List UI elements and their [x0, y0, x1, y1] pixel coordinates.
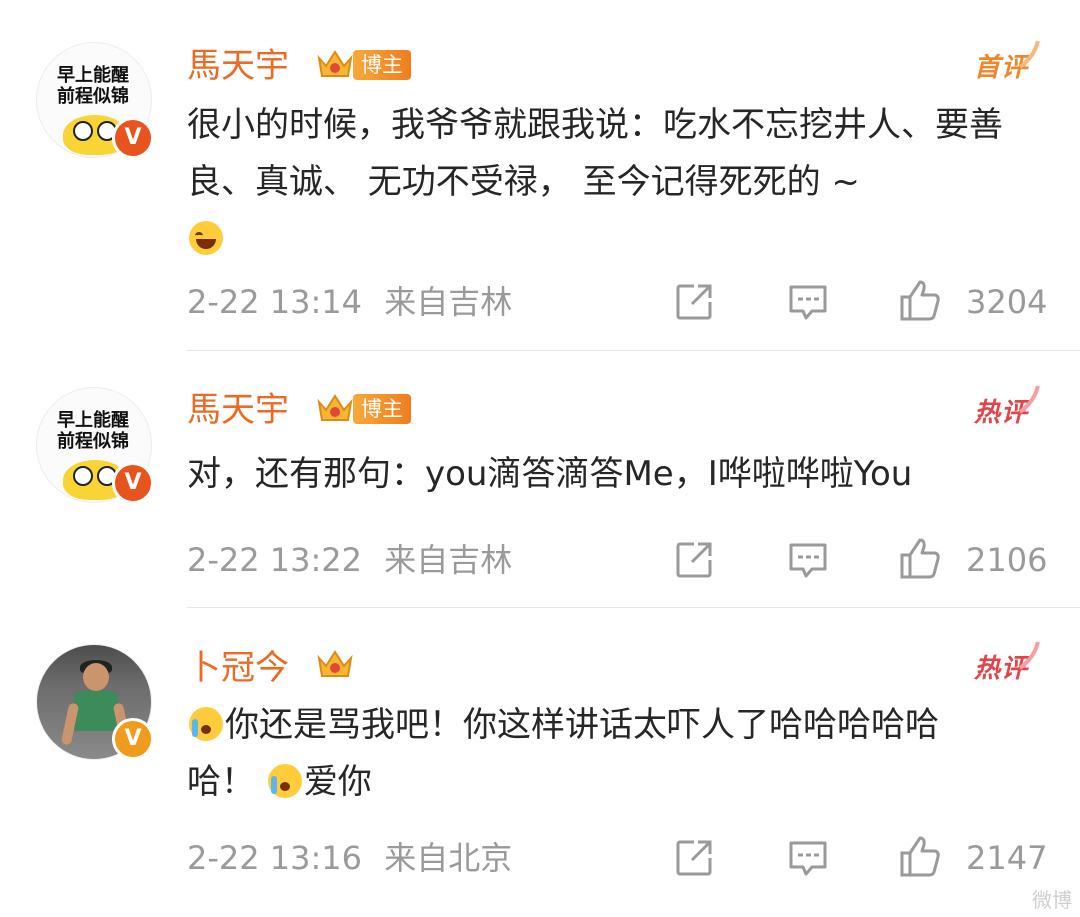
comment-text: 你还是骂我吧！你这样讲话太吓人了哈哈哈哈哈 哈！ 爱你 — [187, 705, 939, 802]
timestamp: 2-22 13:22 — [187, 541, 363, 579]
crying-emoji-icon — [189, 707, 223, 741]
crown-icon — [317, 650, 353, 677]
blogger-tag: 博主 — [353, 50, 411, 80]
swoosh-icon — [1018, 385, 1040, 414]
timestamp: 2-22 13:16 — [187, 839, 363, 877]
comment-meta: 2-22 13:22 来自吉林 — [187, 540, 512, 580]
divider — [187, 350, 1080, 351]
location: 来自吉林 — [384, 283, 513, 321]
thumbs-up-icon[interactable] — [898, 278, 942, 322]
verified-badge-icon: V — [112, 718, 154, 760]
first-review-label: 首评 — [974, 40, 1040, 84]
like-count: 3204 — [966, 283, 1048, 321]
thumbs-up-icon[interactable] — [898, 834, 942, 878]
comment-text: 对，还有那句：you滴答滴答Me，I哗啦哗啦You — [187, 454, 913, 494]
hot-review-label: 热评 — [974, 641, 1040, 685]
watermark: 微博 — [1032, 888, 1072, 912]
crying-emoji-icon — [267, 764, 302, 798]
thumbs-up-icon[interactable] — [898, 536, 942, 580]
share-icon[interactable] — [672, 280, 716, 324]
blogger-tag: 博主 — [353, 394, 411, 424]
avatar-brand-text: 早上能醒 前程似锦 — [57, 65, 129, 107]
like-count: 2147 — [966, 839, 1048, 877]
username[interactable]: 馬天宇 — [187, 388, 289, 432]
comment-icon[interactable] — [786, 280, 830, 324]
comment-icon[interactable] — [786, 836, 830, 880]
username[interactable]: 馬天宇 — [187, 44, 289, 88]
location: 来自北京 — [384, 839, 513, 877]
share-icon[interactable] — [672, 836, 716, 880]
verified-badge-icon: V — [112, 117, 154, 159]
swoosh-icon — [1018, 641, 1040, 670]
comment-text: 很小的时候，我爷爷就跟我说：吃水不忘挖井人、要善良、真诚、 无功不受禄， 至今记… — [187, 97, 1047, 268]
hot-review-label: 热评 — [974, 385, 1040, 429]
comment-meta: 2-22 13:14 来自吉林 — [187, 282, 512, 322]
share-icon[interactable] — [672, 538, 716, 582]
divider — [187, 607, 1080, 608]
verified-badge-icon: V — [112, 462, 154, 504]
comment-icon[interactable] — [786, 538, 830, 582]
like-count: 2106 — [966, 541, 1048, 579]
laugh-cry-emoji-icon — [189, 221, 223, 255]
username[interactable]: 卜冠今 — [187, 646, 289, 690]
avatar-brand-text: 早上能醒 前程似锦 — [57, 410, 129, 452]
crown-icon — [317, 50, 353, 77]
crown-icon — [317, 394, 353, 421]
timestamp: 2-22 13:14 — [187, 283, 363, 321]
swoosh-icon — [1018, 40, 1040, 69]
comment-meta: 2-22 13:16 来自北京 — [187, 838, 512, 878]
location: 来自吉林 — [384, 541, 513, 579]
